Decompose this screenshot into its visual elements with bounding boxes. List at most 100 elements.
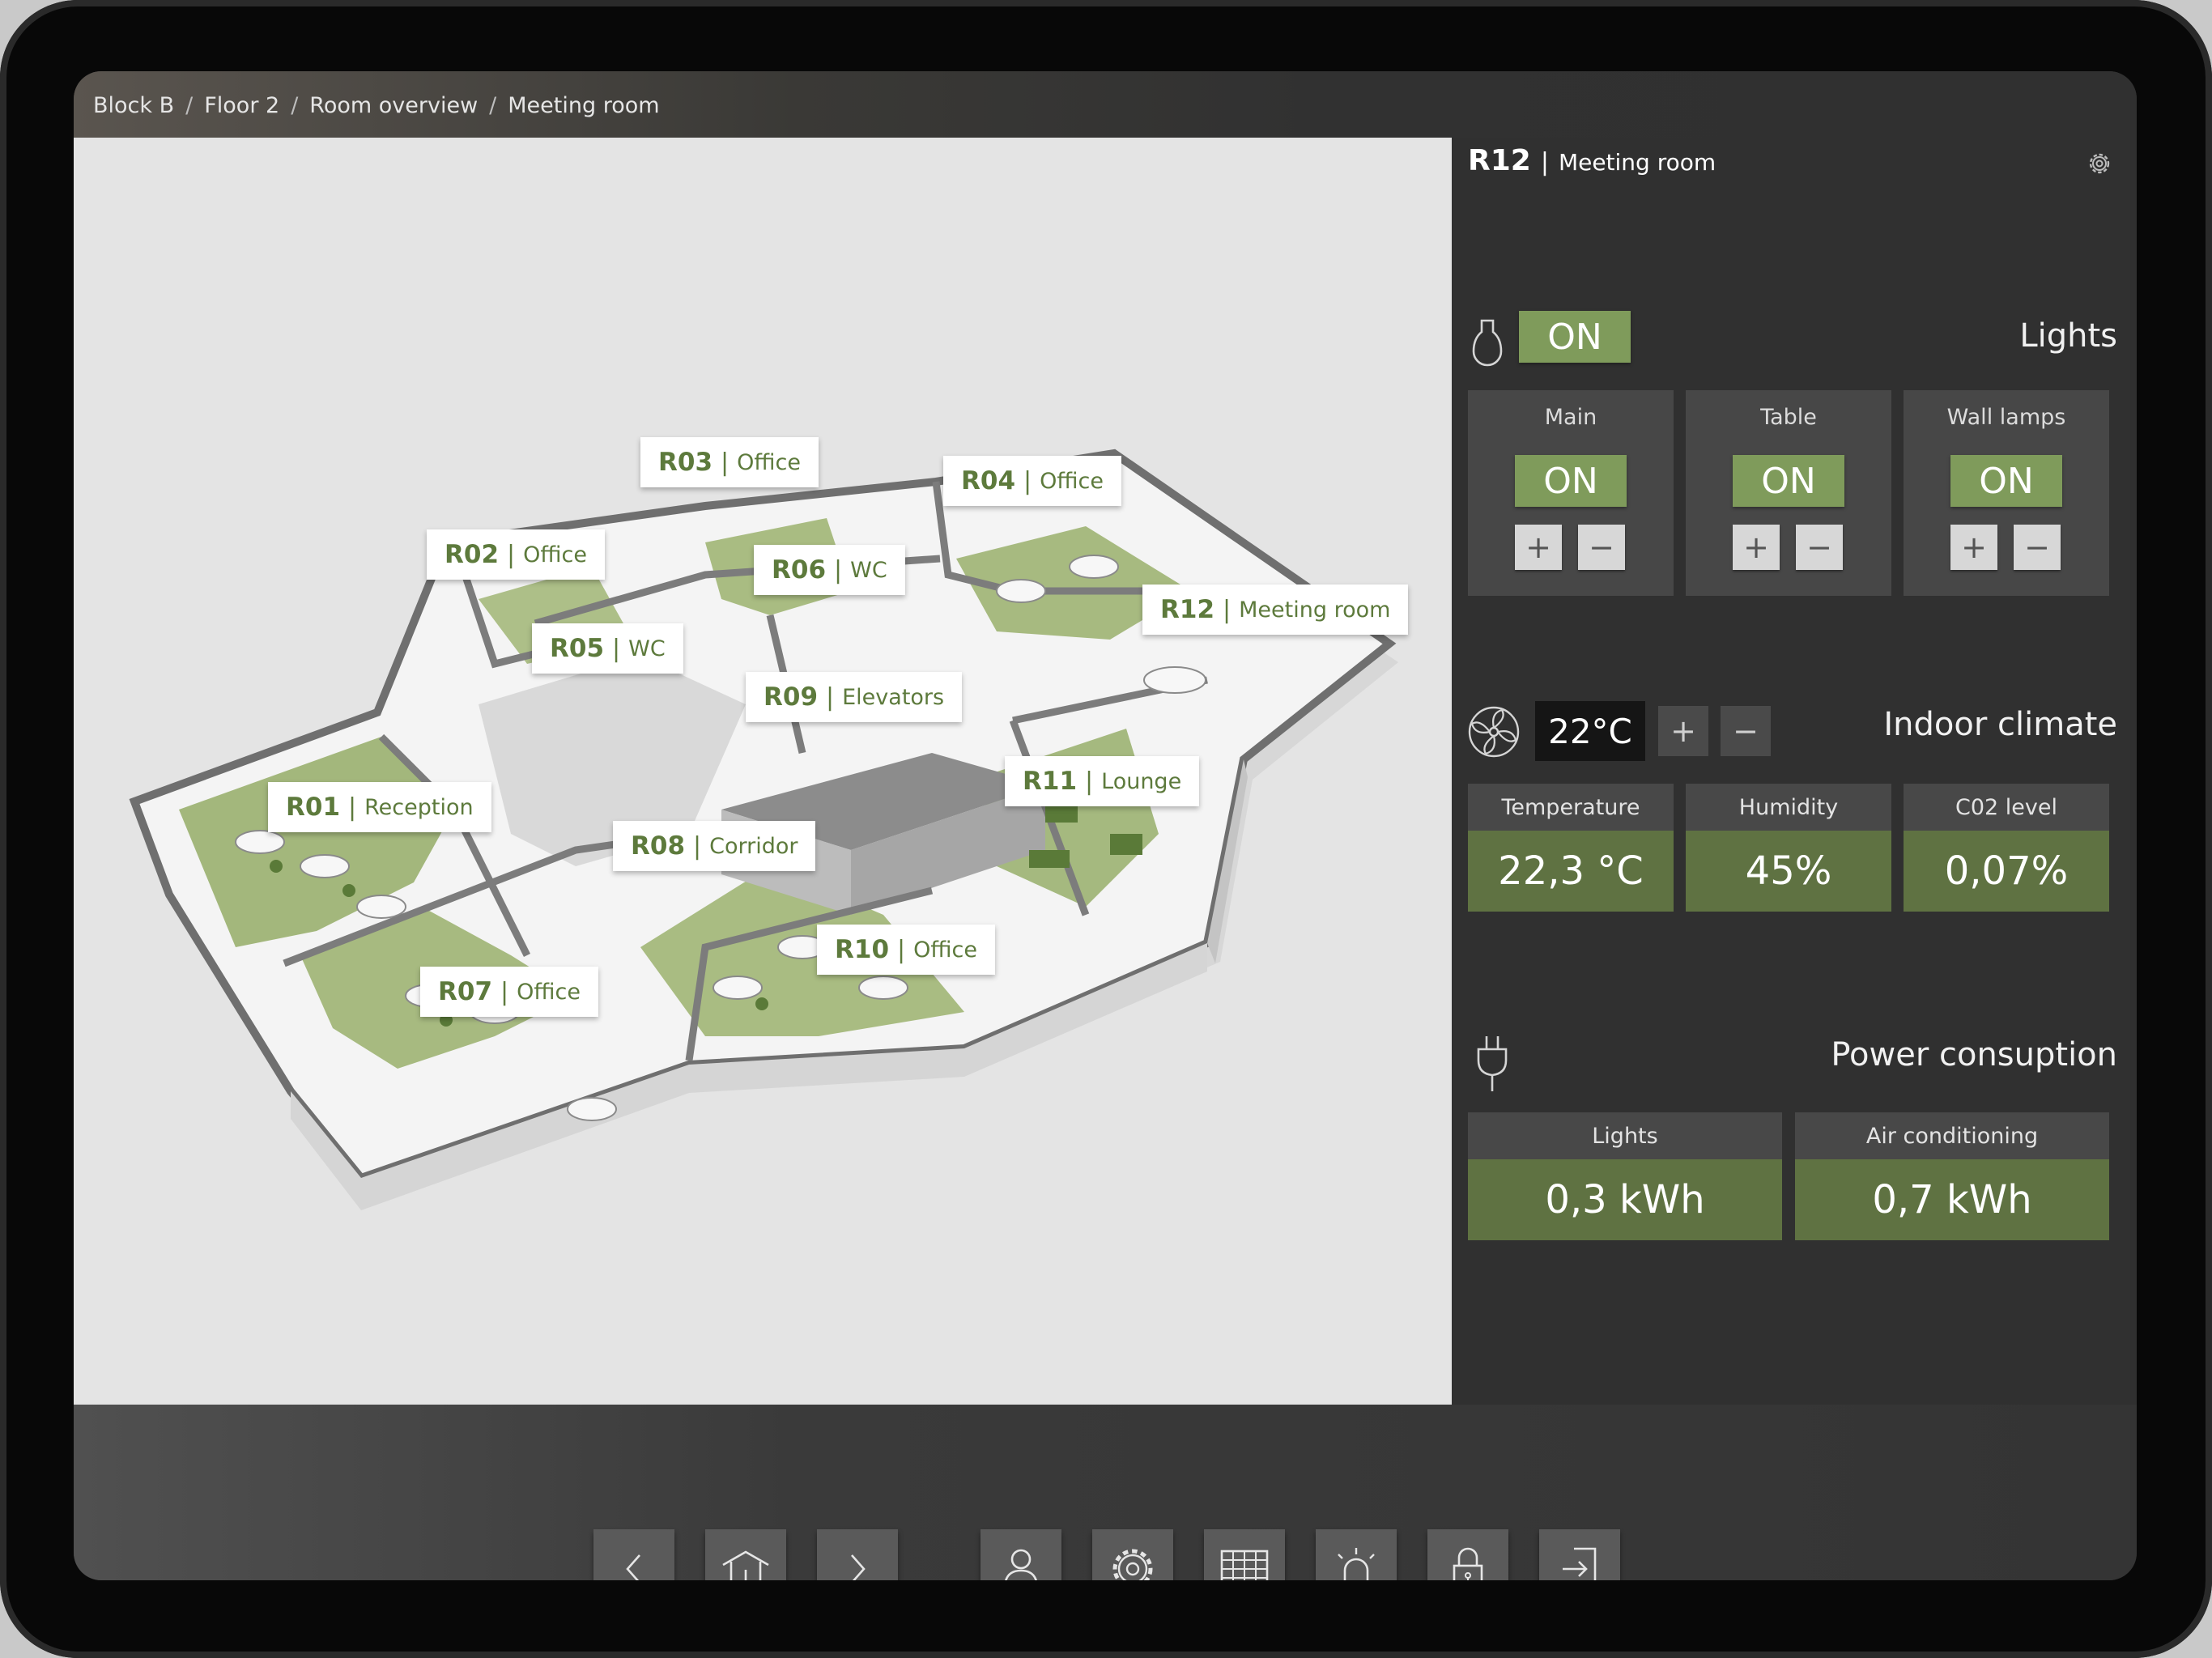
room-label-r11[interactable]: R11 | Lounge <box>1005 756 1200 806</box>
breadcrumb: Block B / Floor 2 / Room overview / Meet… <box>93 89 660 121</box>
room-label-r04[interactable]: R04 | Office <box>943 456 1121 506</box>
room-code: R11 <box>1023 767 1078 796</box>
zone-decrease-button[interactable]: − <box>1796 525 1843 570</box>
zone-label: Table <box>1760 405 1817 430</box>
metric-temperature: Temperature 22,3 °C <box>1468 784 1674 912</box>
lights-section-title: Lights <box>2019 317 2117 355</box>
room-code: R12 <box>1160 595 1215 624</box>
zone-increase-button[interactable]: + <box>1733 525 1780 570</box>
metric-value: 22,3 °C <box>1468 831 1674 912</box>
room-code: R09 <box>764 682 819 712</box>
room-type: Office <box>517 979 581 1005</box>
zone-toggle[interactable]: ON <box>1950 455 2062 507</box>
forward-button[interactable] <box>817 1529 898 1580</box>
metric-label: C02 level <box>1904 784 2109 831</box>
label-divider: | <box>348 793 357 822</box>
room-label-r07[interactable]: R07 | Office <box>420 967 598 1017</box>
label-divider: | <box>834 555 843 585</box>
room-name: Meeting room <box>1558 149 1716 176</box>
room-label-r03[interactable]: R03 | Office <box>640 437 819 487</box>
room-type: Reception <box>364 794 474 820</box>
home-button[interactable] <box>705 1529 786 1580</box>
power-plug-icon <box>1477 1036 1508 1091</box>
metric-value: 0,3 kWh <box>1468 1159 1782 1240</box>
home-icon <box>722 1550 769 1580</box>
alarm-icon <box>1338 1548 1375 1580</box>
label-divider: | <box>1085 767 1094 796</box>
metric-label: Lights <box>1468 1112 1782 1159</box>
light-zone-table: Table ON + − <box>1686 390 1891 596</box>
room-label-r10[interactable]: R10 | Office <box>817 925 995 975</box>
grid-button[interactable] <box>1204 1529 1285 1580</box>
back-icon <box>626 1554 640 1580</box>
power-section-title: Power consuption <box>1831 1036 2117 1073</box>
room-settings-gear-icon[interactable] <box>2083 147 2116 180</box>
settings-button[interactable] <box>1092 1529 1173 1580</box>
room-label-r02[interactable]: R02 | Office <box>427 529 605 580</box>
zone-toggle[interactable]: ON <box>1515 455 1627 507</box>
lights-master-toggle[interactable]: ON <box>1519 311 1631 363</box>
breadcrumb-room-overview[interactable]: Room overview <box>309 93 478 118</box>
room-label-r09[interactable]: R09 | Elevators <box>746 672 963 722</box>
room-code: R04 <box>961 466 1016 495</box>
room-label-r05[interactable]: R05 | WC <box>532 623 683 674</box>
zone-increase-button[interactable]: + <box>1515 525 1562 570</box>
room-code: R01 <box>286 793 341 822</box>
room-type: WC <box>850 557 887 583</box>
room-code: R05 <box>550 634 605 663</box>
logout-button[interactable] <box>1539 1529 1620 1580</box>
room-label-r12[interactable]: R12 | Meeting room <box>1142 585 1409 635</box>
breadcrumb-floor[interactable]: Floor 2 <box>204 93 279 118</box>
zone-toggle[interactable]: ON <box>1733 455 1844 507</box>
label-divider: | <box>721 448 730 477</box>
settings-icon <box>1112 1549 1153 1580</box>
zone-label: Main <box>1544 405 1597 430</box>
app-screen: Block B / Floor 2 / Room overview / Meet… <box>74 71 2137 1580</box>
room-label-r06[interactable]: R06 | WC <box>754 545 905 595</box>
zone-decrease-button[interactable]: − <box>2014 525 2061 570</box>
zone-increase-button[interactable]: + <box>1950 525 1997 570</box>
room-type: Office <box>737 449 801 475</box>
climate-section-title: Indoor climate <box>1883 706 2117 743</box>
forward-icon <box>851 1554 866 1580</box>
room-type: Corridor <box>709 833 798 859</box>
tablet-frame: Block B / Floor 2 / Room overview / Meet… <box>0 0 2212 1658</box>
back-button[interactable] <box>593 1529 674 1580</box>
light-zone-main: Main ON + − <box>1468 390 1674 596</box>
room-code: R12 <box>1468 144 1531 177</box>
top-bar: Block B / Floor 2 / Room overview / Meet… <box>74 71 2137 138</box>
setpoint-increase-button[interactable]: + <box>1658 706 1708 756</box>
room-label-r08[interactable]: R08 | Corridor <box>613 821 816 871</box>
breadcrumb-current: Meeting room <box>508 92 660 118</box>
label-divider: | <box>612 634 621 663</box>
metric-value: 45% <box>1686 831 1891 912</box>
floor-plan-view: R01 | Reception R02 | Office R03 | Office R04 |… <box>74 138 1452 1405</box>
setpoint-decrease-button[interactable]: − <box>1721 706 1771 756</box>
lock-button[interactable] <box>1427 1529 1508 1580</box>
breadcrumb-block[interactable]: Block B <box>93 93 174 118</box>
room-code: R03 <box>658 448 713 477</box>
user-button[interactable] <box>981 1529 1061 1580</box>
user-icon <box>1005 1549 1037 1580</box>
alarm-button[interactable] <box>1316 1529 1397 1580</box>
room-type: Meeting room <box>1239 597 1391 623</box>
room-control-panel: R12 | Meeting room ON Lights Main ON + −… <box>1452 138 2137 1405</box>
grid-icon <box>1220 1550 1269 1580</box>
room-code: R06 <box>772 555 827 585</box>
metric-value: 0,7 kWh <box>1795 1159 2109 1240</box>
label-divider: | <box>693 831 702 861</box>
room-label-r01[interactable]: R01 | Reception <box>268 782 491 832</box>
room-type: WC <box>628 636 666 661</box>
room-code: R08 <box>631 831 686 861</box>
room-code: R07 <box>438 977 493 1006</box>
room-type: Office <box>523 542 587 568</box>
light-bulb-icon <box>1472 319 1503 367</box>
room-type: Lounge <box>1101 768 1182 794</box>
fan-icon <box>1468 706 1520 758</box>
label-divider: | <box>897 935 906 964</box>
room-code: R10 <box>835 935 890 964</box>
metric-value: 0,07% <box>1904 831 2109 912</box>
zone-decrease-button[interactable]: − <box>1578 525 1625 570</box>
title-divider: | <box>1540 148 1549 176</box>
label-divider: | <box>1023 466 1032 495</box>
